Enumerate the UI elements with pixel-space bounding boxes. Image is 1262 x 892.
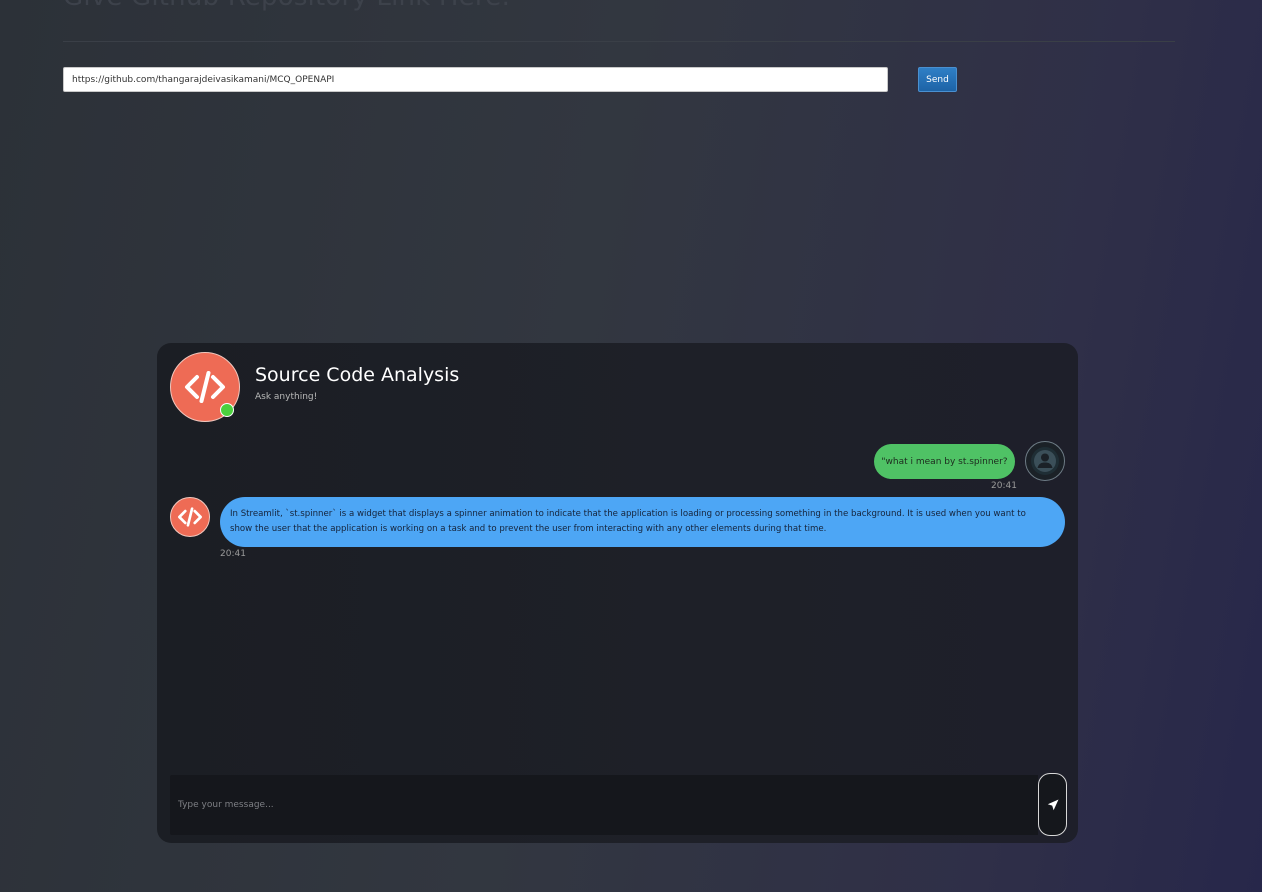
paper-plane-icon <box>1047 799 1058 810</box>
repo-url-input[interactable] <box>63 67 888 92</box>
message-input-area <box>170 775 1038 835</box>
online-status-dot <box>220 403 234 417</box>
code-brackets-icon <box>178 507 202 527</box>
send-message-button[interactable] <box>1038 773 1067 836</box>
user-avatar <box>1025 441 1065 481</box>
bot-message-bubble: In Streamlit, `st.spinner` is a widget t… <box>220 497 1065 547</box>
bot-message-avatar <box>170 497 210 537</box>
user-silhouette-icon <box>1031 447 1059 475</box>
chat-title: Source Code Analysis <box>255 364 460 386</box>
repo-send-button[interactable]: Send <box>918 67 957 92</box>
bot-message-time: 20:41 <box>220 549 246 559</box>
chat-subtitle: Ask anything! <box>255 392 318 402</box>
user-message-bubble: "what i mean by st.spinner? <box>874 444 1015 479</box>
heading-divider <box>63 41 1175 42</box>
chat-widget: Source Code Analysis Ask anything! "what… <box>157 343 1078 843</box>
code-brackets-icon <box>185 371 225 403</box>
message-input[interactable] <box>178 775 1028 835</box>
user-message-time: 20:41 <box>991 481 1017 491</box>
page-heading: Give Github Repository Link Here: <box>63 0 510 12</box>
